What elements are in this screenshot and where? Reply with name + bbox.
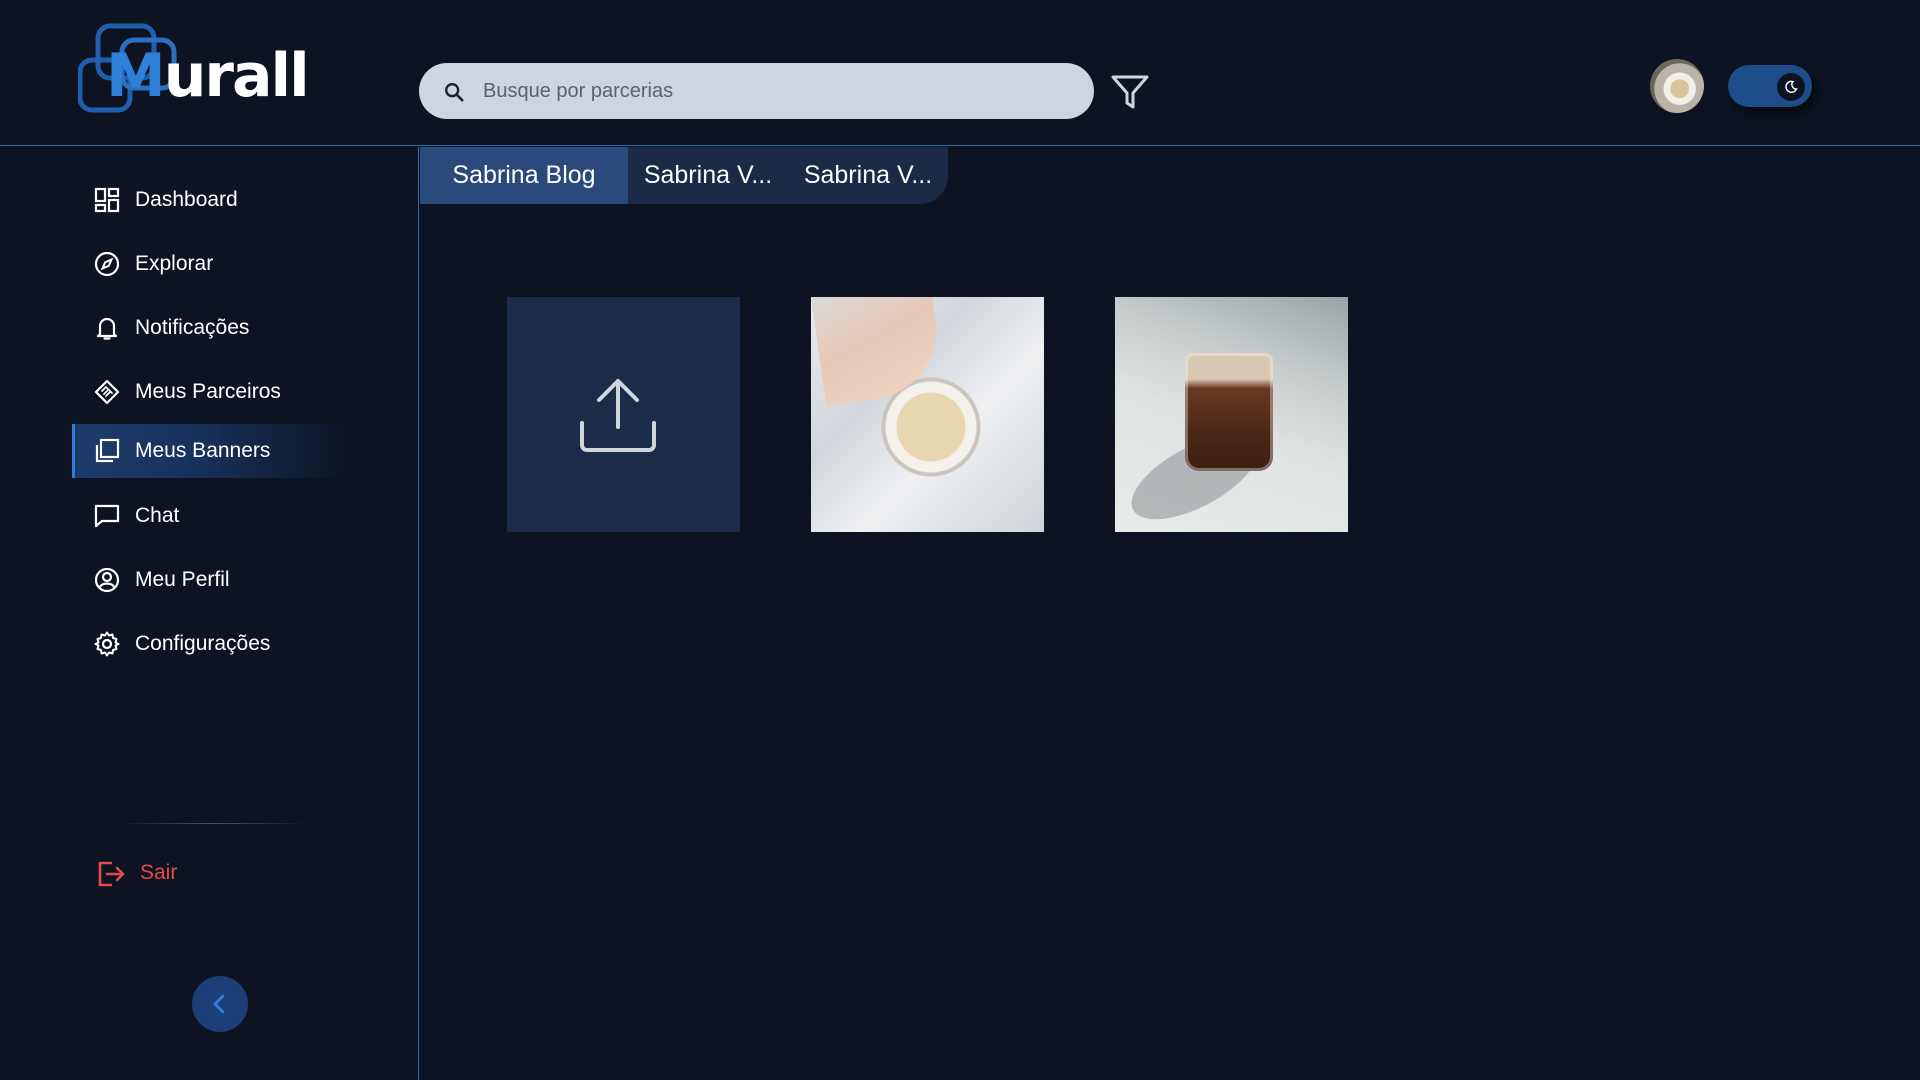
sidebar-item-label: Notificações — [135, 316, 250, 339]
sidebar-item-label: Configurações — [135, 632, 271, 655]
handshake-icon — [94, 379, 120, 405]
logout-label: Sair — [140, 861, 178, 884]
tab-sabrina-blog[interactable]: Sabrina Blog — [420, 147, 628, 204]
moon-icon — [1785, 80, 1798, 93]
sidebar-item-label: Meu Perfil — [135, 568, 230, 591]
theme-toggle[interactable] — [1728, 65, 1812, 107]
banners-icon — [95, 438, 120, 463]
upload-banner-tile[interactable] — [507, 297, 740, 532]
banner-image-coffee-glass[interactable] — [1115, 297, 1348, 532]
sidebar: Dashboard Explorar Notificações Meus Par… — [0, 147, 419, 1080]
tab-sabrina-v-2[interactable]: Sabrina V... — [788, 147, 948, 204]
tab-sabrina-v-1[interactable]: Sabrina V... — [628, 147, 788, 204]
search-bar[interactable] — [419, 63, 1094, 119]
sidebar-item-meus-parceiros[interactable]: Meus Parceiros — [72, 365, 352, 419]
sidebar-item-label: Meus Banners — [135, 439, 271, 462]
chat-icon — [94, 504, 120, 528]
dashboard-icon — [94, 187, 120, 213]
logo-wordmark: Murall — [106, 46, 310, 106]
sidebar-item-label: Chat — [135, 504, 180, 527]
gear-icon — [94, 631, 120, 657]
collapse-sidebar-button[interactable] — [192, 976, 248, 1032]
logout-button[interactable]: Sair — [96, 852, 216, 892]
search-input[interactable] — [483, 63, 1073, 119]
sidebar-item-chat[interactable]: Chat — [72, 489, 352, 543]
photo-hand — [811, 297, 946, 406]
logo-wordmark-rest: urall — [163, 41, 310, 111]
logout-icon — [98, 861, 125, 887]
bell-icon — [96, 317, 118, 340]
user-avatar[interactable] — [1650, 59, 1704, 113]
search-icon — [445, 83, 464, 102]
partner-tabs: Sabrina Blog Sabrina V... Sabrina V... — [420, 147, 948, 204]
filter-icon[interactable] — [1110, 72, 1150, 112]
top-header: Murall — [0, 0, 1920, 146]
sidebar-item-explorar[interactable]: Explorar — [72, 237, 352, 291]
profile-icon — [94, 567, 120, 593]
photo-glass — [1185, 353, 1273, 471]
sidebar-item-meus-banners[interactable]: Meus Banners — [72, 424, 352, 478]
sidebar-item-label: Dashboard — [135, 188, 238, 211]
banner-image-coffee-mug[interactable] — [811, 297, 1044, 532]
sidebar-item-meu-perfil[interactable]: Meu Perfil — [72, 553, 352, 607]
upload-icon — [580, 379, 656, 452]
sidebar-item-dashboard[interactable]: Dashboard — [72, 173, 352, 227]
sidebar-item-label: Meus Parceiros — [135, 380, 281, 403]
compass-icon — [94, 251, 120, 277]
sidebar-item-label: Explorar — [135, 252, 214, 275]
toggle-knob — [1777, 73, 1805, 101]
chevron-left-icon — [213, 994, 225, 1014]
sidebar-divider — [118, 823, 308, 824]
sidebar-item-notificacoes[interactable]: Notificações — [72, 301, 352, 355]
sidebar-item-configuracoes[interactable]: Configurações — [72, 617, 352, 671]
logo-wordmark-m: M — [106, 41, 166, 111]
